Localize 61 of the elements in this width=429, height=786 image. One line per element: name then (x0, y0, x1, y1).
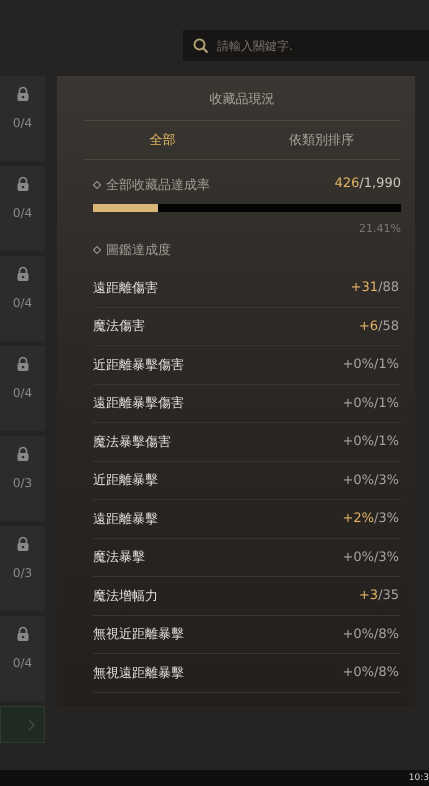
collection-card[interactable]: 0/4 (0, 166, 45, 251)
stat-max: /8% (374, 626, 399, 642)
tab[interactable]: 依類別排序 (242, 121, 401, 159)
stat-max: /1% (374, 434, 399, 450)
stat-max: /58 (378, 318, 399, 334)
search-field[interactable]: 請輸入關鍵字. (183, 30, 429, 61)
stat-name: 無視近距離暴擊 (93, 626, 184, 644)
stat-gain: +3 (358, 588, 378, 604)
card-count: 0/4 (12, 386, 32, 400)
section-label: 圖鑑達成度 (106, 242, 171, 259)
stat-name: 遠距離暴擊 (93, 510, 158, 528)
stat-max: /3% (374, 472, 399, 488)
stat-max: /3% (374, 550, 399, 565)
stat-name: 遠距離傷害 (93, 280, 158, 297)
overall-label: 全部收藏品達成率 (106, 177, 210, 194)
stat-gain: +31 (350, 280, 378, 296)
stat-gain: +6 (358, 318, 378, 334)
collection-card[interactable]: 0/4 (0, 346, 45, 431)
next-button[interactable] (0, 706, 45, 743)
stat-name: 遠距離暴擊傷害 (93, 395, 184, 412)
stat-name: 近距離暴擊傷害 (93, 356, 184, 374)
card-count: 0/4 (12, 296, 32, 310)
tab[interactable]: 全部 (83, 121, 242, 159)
stat-gain: +0% (342, 550, 374, 565)
stat-name: 魔法暴擊 (93, 549, 145, 566)
card-count: 0/4 (12, 656, 32, 670)
card-count: 0/3 (12, 476, 32, 490)
percent-text: 21.41% (358, 222, 401, 235)
stat-gain: +0% (342, 434, 374, 450)
collection-card[interactable]: 0/4 (0, 256, 45, 341)
collection-card[interactable]: 0/3 (0, 436, 45, 521)
stat-gain: +0% (342, 626, 374, 642)
panel-title: 收藏品現況 (208, 91, 276, 108)
collected-count: 426 (334, 176, 360, 191)
total-count: /1,990 (359, 176, 401, 191)
stat-name: 近距離暴擊 (93, 472, 158, 490)
collection-card[interactable]: 0/4 (0, 616, 45, 701)
card-count: 0/4 (12, 116, 32, 130)
stat-gain: +0% (342, 396, 374, 411)
chevron-icon (28, 718, 36, 730)
stat-max: /8% (374, 665, 399, 680)
clock: 10:3 (408, 773, 429, 783)
stat-max: /1% (374, 357, 399, 372)
collection-card[interactable]: 0/3 (0, 526, 45, 611)
stat-max: /3% (374, 511, 399, 526)
stat-name: 魔法傷害 (93, 318, 145, 336)
stat-name: 無視遠距離暴擊 (93, 664, 184, 682)
card-count: 0/3 (12, 566, 32, 580)
stat-gain: +0% (342, 665, 374, 680)
stat-name: 魔法暴擊傷害 (93, 434, 171, 451)
stat-max: /88 (378, 280, 399, 296)
stat-gain: +0% (342, 357, 374, 372)
collection-card[interactable]: 0/4 (0, 76, 45, 161)
card-count: 0/4 (12, 206, 32, 220)
stat-gain: +2% (342, 511, 374, 526)
diamond-icon (93, 246, 101, 254)
stat-max: /35 (378, 588, 399, 604)
diamond-icon (93, 181, 101, 189)
stat-gain: +0% (342, 472, 374, 488)
stat-max: /1% (374, 396, 399, 411)
stat-name: 魔法增幅力 (93, 588, 158, 605)
